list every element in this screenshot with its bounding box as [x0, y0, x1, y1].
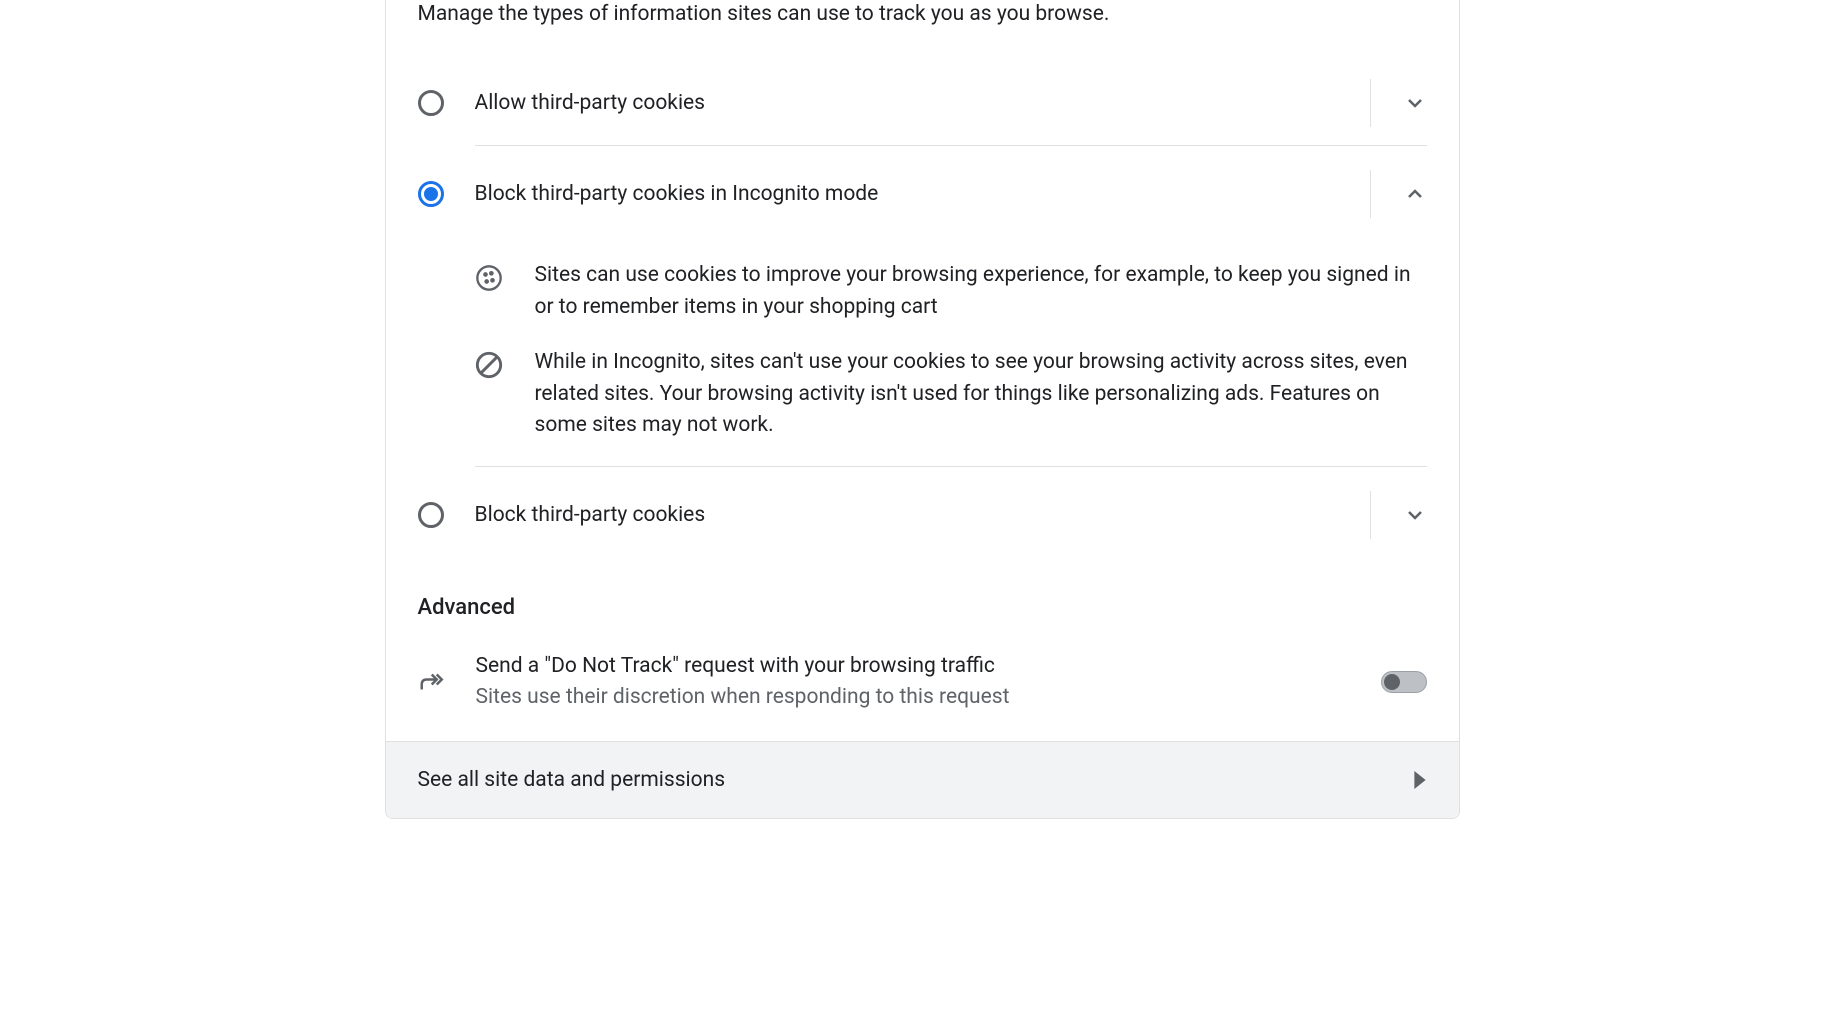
- radio-block-third-party[interactable]: [418, 502, 444, 528]
- chevron-down-icon: [1403, 503, 1427, 527]
- dnt-toggle[interactable]: [1381, 671, 1427, 693]
- expand-toggle-incognito[interactable]: [1370, 170, 1427, 218]
- chevron-down-icon: [1403, 91, 1427, 115]
- dnt-subtitle: Sites use their discretion when respondi…: [476, 683, 1353, 712]
- option-block-third-party[interactable]: Block third-party cookies: [386, 467, 1459, 563]
- toggle-knob: [1384, 674, 1400, 690]
- option-allow-third-party[interactable]: Allow third-party cookies: [386, 61, 1459, 145]
- info-text: While in Incognito, sites can't use your…: [535, 347, 1427, 442]
- info-cookie-usage: Sites can use cookies to improve your br…: [386, 236, 1459, 335]
- option-label: Allow third-party cookies: [475, 91, 706, 115]
- info-text: Sites can use cookies to improve your br…: [535, 260, 1427, 323]
- footer-label: See all site data and permissions: [418, 768, 726, 792]
- option-label: Block third-party cookies in Incognito m…: [475, 182, 879, 206]
- expand-toggle-block[interactable]: [1370, 491, 1427, 539]
- option-label: Block third-party cookies: [475, 503, 706, 527]
- chevron-up-icon: [1403, 182, 1427, 206]
- do-not-track-row: Send a "Do Not Track" request with your …: [386, 634, 1459, 741]
- redirect-icon: [418, 667, 448, 697]
- see-all-site-data-link[interactable]: See all site data and permissions: [386, 741, 1459, 818]
- block-icon: [475, 351, 503, 379]
- dnt-title: Send a "Do Not Track" request with your …: [476, 652, 1353, 681]
- radio-block-incognito[interactable]: [418, 181, 444, 207]
- info-block-behavior: While in Incognito, sites can't use your…: [386, 335, 1459, 466]
- radio-allow-third-party[interactable]: [418, 90, 444, 116]
- cookie-icon: [475, 264, 503, 292]
- section-description: Manage the types of information sites ca…: [386, 0, 1459, 61]
- option-block-incognito[interactable]: Block third-party cookies in Incognito m…: [386, 146, 1459, 236]
- arrow-right-icon: [1413, 771, 1427, 789]
- advanced-header: Advanced: [386, 563, 1459, 634]
- settings-card: Manage the types of information sites ca…: [385, 0, 1460, 819]
- expand-toggle-allow[interactable]: [1370, 79, 1427, 127]
